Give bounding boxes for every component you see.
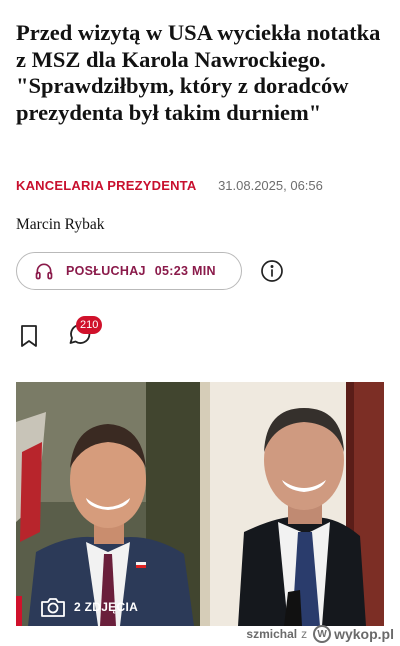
category-link[interactable]: KANCELARIA PREZYDENTA xyxy=(16,178,196,193)
watermark: szmichal z W wykop.pl xyxy=(246,624,394,644)
article-meta: KANCELARIA PREZYDENTA 31.08.2025, 06:56 xyxy=(16,178,386,193)
article-photo[interactable]: 2 ZDJĘCIA xyxy=(16,382,384,626)
photo-image xyxy=(16,382,384,626)
bookmark-icon[interactable] xyxy=(18,324,40,348)
photo-count-label: 2 ZDJĘCIA xyxy=(74,600,139,614)
listen-label: POSŁUCHAJ xyxy=(66,264,146,278)
author-name[interactable]: Marcin Rybak xyxy=(16,216,104,234)
headphones-icon xyxy=(34,261,54,281)
photo-gallery-button[interactable]: 2 ZDJĘCIA xyxy=(40,596,138,618)
publish-date: 31.08.2025, 06:56 xyxy=(218,178,323,193)
watermark-user: szmichal xyxy=(246,627,298,641)
watermark-site: wykop.pl xyxy=(334,626,394,642)
watermark-joiner: z xyxy=(301,627,308,641)
article-headline: Przed wizytą w USA wyciekła notatka z MS… xyxy=(16,20,381,125)
camera-icon xyxy=(41,598,65,617)
info-icon[interactable] xyxy=(260,259,284,283)
comment-count-badge: 210 xyxy=(76,316,103,334)
listen-button[interactable]: POSŁUCHAJ 05:23 MIN xyxy=(16,252,242,290)
listen-duration: 05:23 MIN xyxy=(154,264,216,278)
wykop-logo-icon: W xyxy=(313,625,332,643)
photo-accent-bar xyxy=(16,596,22,626)
